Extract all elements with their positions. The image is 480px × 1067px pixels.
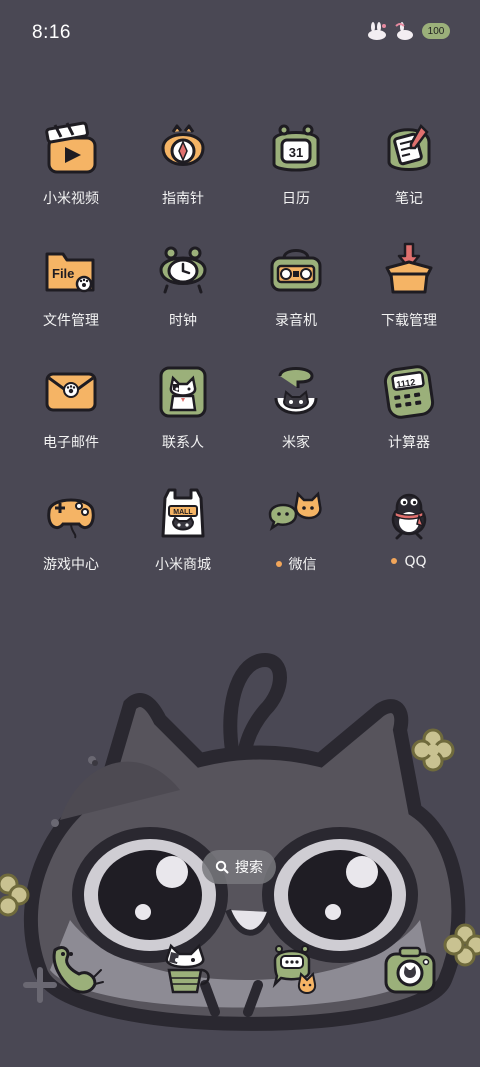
app-label: 小米商城	[155, 557, 211, 573]
app-label: QQ	[353, 554, 465, 570]
app-label: 指南针	[162, 191, 204, 207]
app-recorder[interactable]: 录音机	[240, 240, 352, 340]
notes-icon	[387, 123, 431, 171]
app-label: 米家	[282, 435, 310, 451]
mail-envelope-icon	[45, 372, 97, 412]
app-label: 录音机	[275, 313, 317, 329]
app-contacts[interactable]: 联系人	[127, 362, 239, 462]
search-label: 搜索	[235, 860, 263, 876]
app-label: 下载管理	[381, 313, 437, 329]
app-label: 小米视频	[43, 191, 99, 207]
app-wechat[interactable]: 微信	[240, 484, 352, 584]
app-email[interactable]: 电子邮件	[15, 362, 127, 462]
app-calculator[interactable]: 1112 计算器	[353, 362, 465, 462]
app-calendar[interactable]: 31 日历	[240, 118, 352, 218]
dock	[15, 935, 465, 1005]
app-label-text: 微信	[288, 557, 317, 573]
app-label: 计算器	[388, 435, 430, 451]
download-box-icon	[385, 242, 433, 294]
bag-text: MALL	[173, 509, 193, 516]
notification-dot	[391, 558, 398, 564]
app-qq[interactable]: QQ	[353, 484, 465, 584]
app-label: 电子邮件	[43, 435, 99, 451]
wechat-bubbles-icon	[268, 491, 322, 532]
app-mijia[interactable]: 米家	[240, 362, 352, 462]
bunny-signal-icon	[368, 22, 386, 40]
shopping-bag-icon: MALL	[161, 488, 205, 538]
bunny-wifi-icon	[395, 22, 413, 40]
notification-dot	[275, 561, 282, 567]
app-label: 联系人	[162, 435, 204, 451]
compass-icon	[161, 124, 205, 166]
mijia-cat-icon	[274, 367, 318, 415]
status-icons: 100	[366, 22, 450, 40]
recorder-icon	[270, 249, 322, 292]
search-icon	[215, 860, 229, 874]
folder-text: File	[52, 266, 74, 281]
app-download-manager[interactable]: 下载管理	[353, 240, 465, 340]
app-label-text: QQ	[404, 554, 427, 570]
calculator-icon: 1112	[383, 365, 435, 419]
contacts-cat-icon	[159, 366, 207, 418]
app-xiaomi-mall[interactable]: MALL 小米商城	[127, 484, 239, 584]
app-game-center[interactable]: 游戏中心	[15, 484, 127, 584]
camera-icon[interactable]	[380, 940, 440, 1000]
app-label: 微信	[240, 554, 352, 574]
browser-cat-icon[interactable]	[155, 940, 215, 1000]
app-label: 文件管理	[43, 313, 99, 329]
app-file-manager[interactable]: File 文件管理	[15, 240, 127, 340]
app-xiaomi-video[interactable]: 小米视频	[15, 118, 127, 218]
search-button[interactable]: 搜索	[202, 850, 276, 884]
clock-icon	[159, 246, 207, 294]
app-label: 游戏中心	[43, 557, 99, 573]
app-label: 时钟	[169, 313, 197, 329]
battery-indicator: 100	[422, 23, 450, 39]
messages-icon[interactable]	[265, 940, 325, 1000]
qq-penguin-icon	[391, 493, 427, 540]
gamepad-icon	[47, 498, 95, 539]
calendar-day: 31	[289, 145, 303, 160]
clock-time: 8:16	[32, 22, 71, 43]
app-label: 笔记	[395, 191, 423, 207]
file-folder-icon: File	[45, 252, 95, 293]
app-label: 日历	[282, 191, 310, 207]
app-clock[interactable]: 时钟	[127, 240, 239, 340]
status-bar: 8:16 100	[0, 0, 480, 70]
app-compass[interactable]: 指南针	[127, 118, 239, 218]
app-notes[interactable]: 笔记	[353, 118, 465, 218]
phone-icon[interactable]	[45, 940, 105, 1000]
calendar-icon: 31	[272, 124, 320, 172]
video-clapper-icon	[45, 121, 97, 174]
